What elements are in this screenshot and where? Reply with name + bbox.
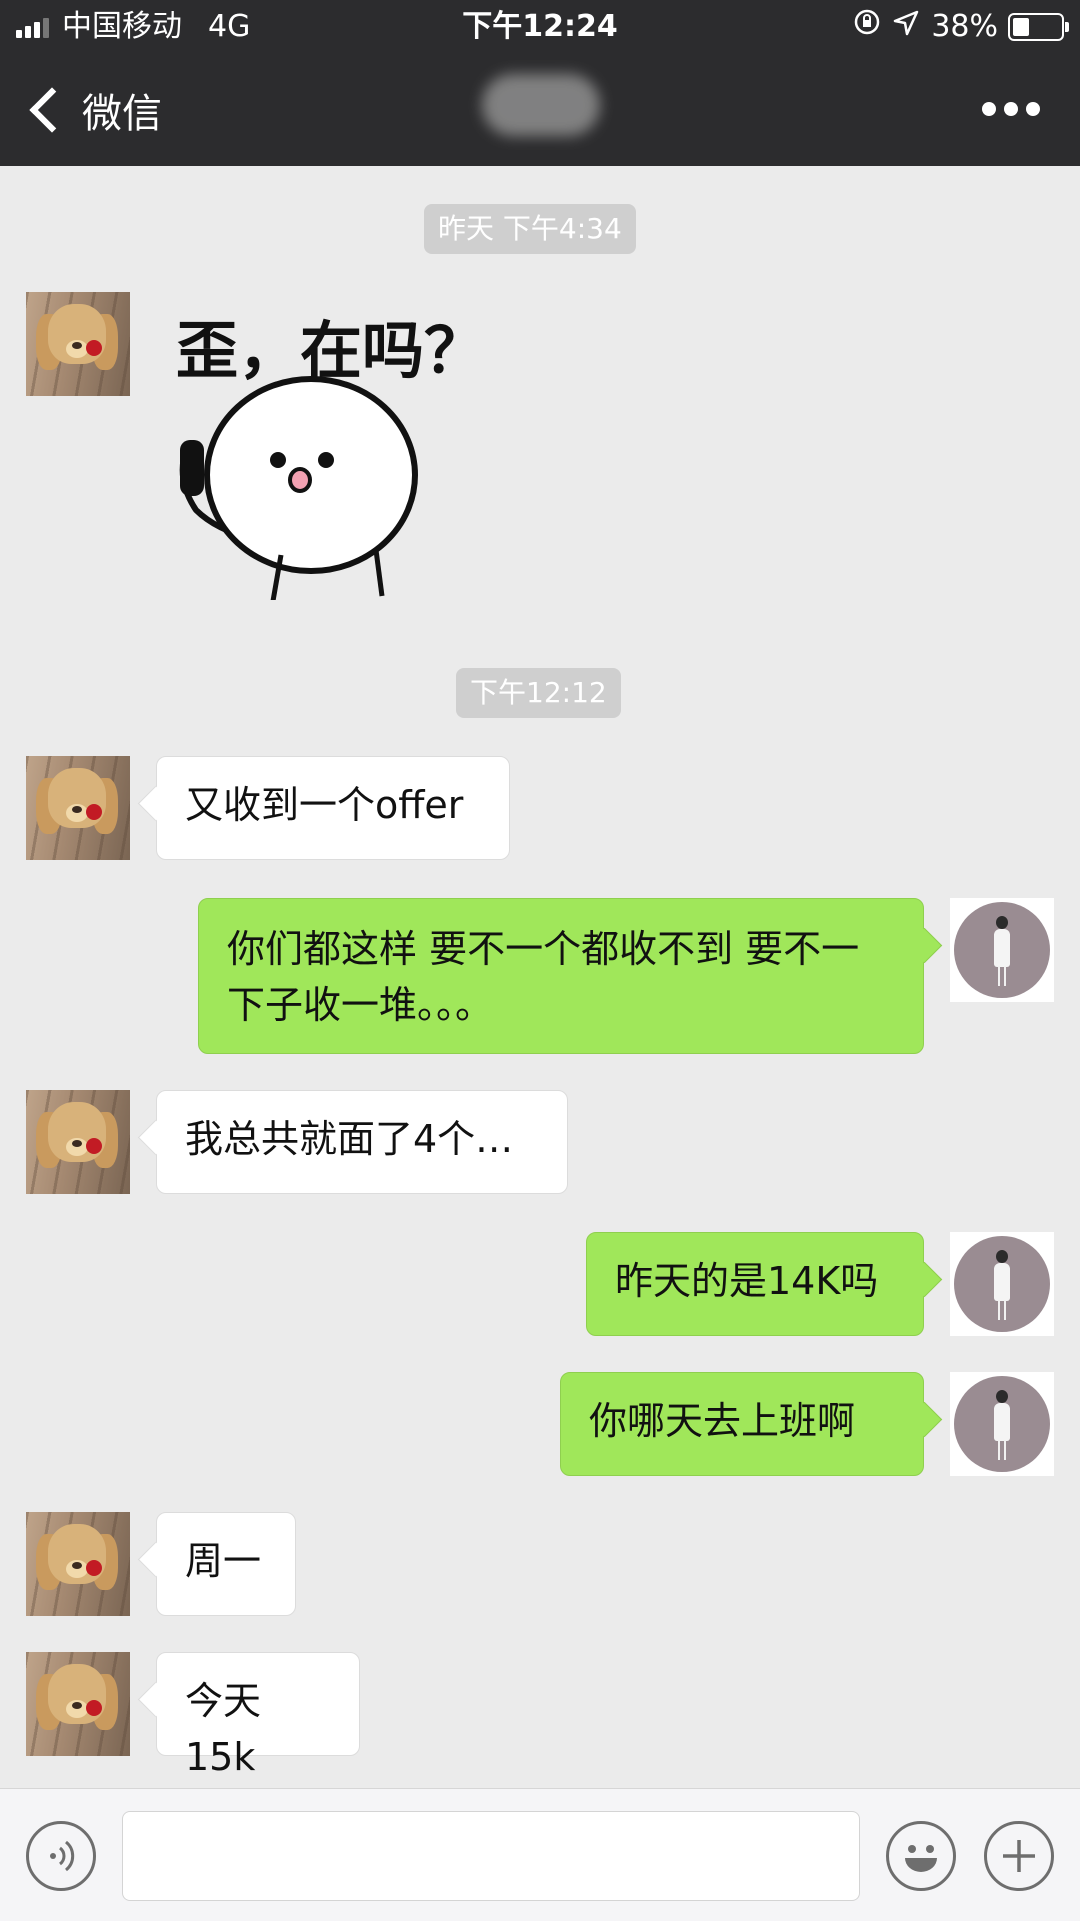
contact-avatar[interactable] [26, 1512, 130, 1616]
battery-icon [1008, 13, 1069, 41]
battery-percent: 38% [931, 9, 998, 44]
rotation-lock-icon [853, 0, 881, 54]
status-bar: 中国移动 4G 下午12:24 38% [0, 0, 1080, 54]
my-avatar[interactable] [950, 1372, 1054, 1476]
my-avatar[interactable] [950, 1232, 1054, 1336]
outgoing-message-bubble[interactable]: 昨天的是14K吗 [586, 1232, 924, 1336]
back-button[interactable]: 微信 [22, 82, 162, 138]
contact-avatar[interactable] [26, 1090, 130, 1194]
incoming-message-bubble[interactable]: 我总共就面了4个… [156, 1090, 568, 1194]
my-avatar[interactable] [950, 898, 1054, 1002]
contact-avatar[interactable] [26, 756, 130, 860]
message-text: 你哪天去上班啊 [589, 1399, 856, 1443]
emoji-button[interactable] [886, 1821, 956, 1891]
message-text: 周一 [185, 1539, 262, 1583]
voice-icon [50, 1840, 75, 1872]
message-text: 昨天的是14K吗 [615, 1259, 879, 1303]
message-text: 我总共就面了4个… [185, 1117, 514, 1161]
timestamp-chip: 下午12:12 [456, 668, 621, 718]
sticker-character-icon [179, 376, 418, 600]
message-text: 你们都这样 要不一个都收不到 要不一下子收一堆。。。 [227, 927, 860, 1027]
sticker-message[interactable]: 歪，在吗？ [176, 300, 486, 600]
message-input[interactable] [122, 1811, 860, 1901]
back-label: 微信 [82, 91, 162, 137]
battery-fill [1013, 18, 1029, 36]
contact-avatar[interactable] [26, 292, 130, 396]
timestamp-chip: 昨天 下午4:34 [424, 204, 636, 254]
input-bar [0, 1788, 1080, 1921]
contact-name-obscured [482, 74, 600, 136]
incoming-message-bubble[interactable]: 今天15k [156, 1652, 360, 1779]
incoming-message-bubble[interactable]: 周一 [156, 1512, 296, 1616]
voice-button[interactable] [26, 1821, 96, 1891]
outgoing-message-bubble[interactable]: 你们都这样 要不一个都收不到 要不一下子收一堆。。。 [198, 898, 924, 1054]
incoming-message-bubble[interactable]: 又收到一个offer [156, 756, 510, 860]
more-dots-icon[interactable] [974, 102, 1040, 116]
plus-icon [1003, 1840, 1035, 1872]
location-arrow-icon [893, 0, 919, 54]
contact-avatar[interactable] [26, 1652, 130, 1756]
top-bar: 中国移动 4G 下午12:24 38% 微信 [0, 0, 1080, 166]
nav-bar: 微信 [0, 54, 1080, 166]
emoji-icon [905, 1845, 937, 1872]
message-text: 今天15k [185, 1679, 262, 1779]
chevron-left-icon [29, 87, 75, 133]
message-text: 又收到一个offer [185, 783, 464, 827]
outgoing-message-bubble[interactable]: 你哪天去上班啊 [560, 1372, 924, 1476]
plus-button[interactable] [984, 1821, 1054, 1891]
